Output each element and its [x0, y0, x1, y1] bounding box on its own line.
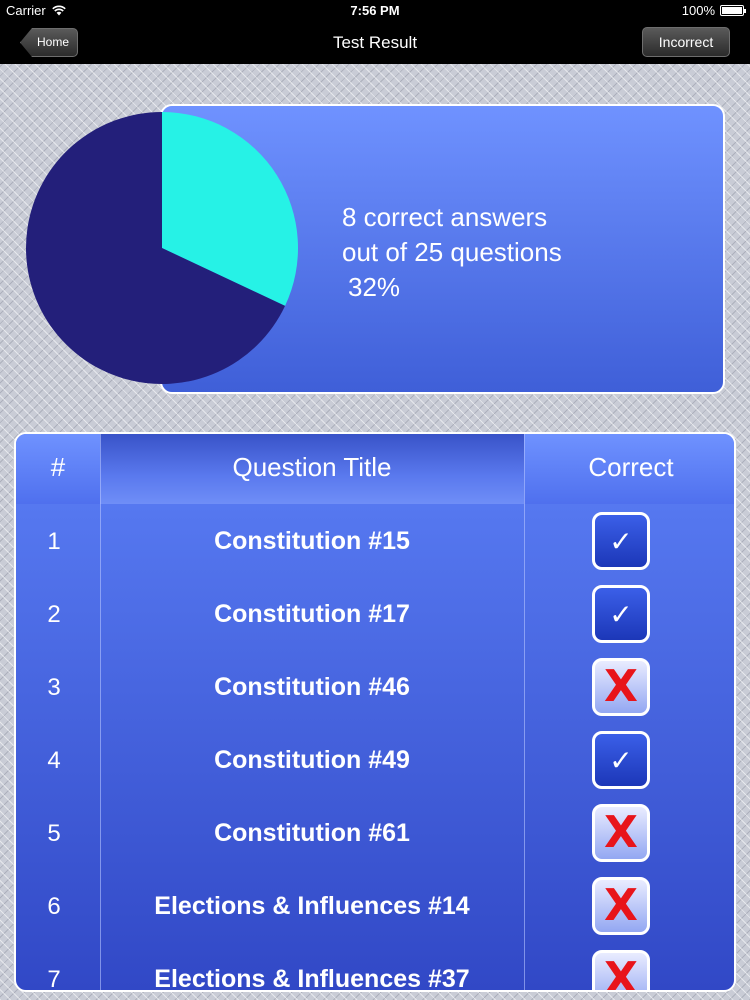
- table-header: # Question Title Correct: [16, 434, 734, 504]
- results-table: # Question Title Correct 1 Constitution #…: [14, 432, 736, 992]
- battery-icon: [720, 5, 746, 16]
- table-row[interactable]: 4 Constitution #49 ✓: [16, 723, 734, 796]
- table-row[interactable]: 1 Constitution #15 ✓: [16, 504, 734, 577]
- row-number: 3: [47, 674, 61, 701]
- battery-percent: 100%: [681, 3, 715, 18]
- header-correct: Correct: [588, 452, 674, 482]
- row-number: 6: [47, 893, 61, 920]
- question-count-text: out of 25 questions: [342, 237, 562, 267]
- table-row[interactable]: 7 Elections & Influences #37 X: [16, 942, 734, 992]
- clock: 7:56 PM: [350, 3, 400, 18]
- row-number: 5: [47, 820, 61, 847]
- row-question-title: Constitution #17: [214, 600, 410, 628]
- page-title: Test Result: [332, 33, 418, 52]
- table-row[interactable]: 5 Constitution #61 X: [16, 796, 734, 869]
- status-bar: Carrier 7:56 PM 100%: [0, 0, 750, 22]
- row-question-title: Elections & Influences #37: [154, 965, 470, 992]
- row-number: 2: [47, 601, 61, 628]
- table-row[interactable]: 2 Constitution #17 ✓: [16, 577, 734, 650]
- x-icon: X: [592, 877, 650, 935]
- navigation-bar: Home Test Result Incorrect: [0, 22, 750, 64]
- row-question-title: Elections & Influences #14: [154, 892, 470, 920]
- summary-text: 8 correct answers out of 25 questions 32…: [342, 200, 562, 305]
- battery-indicator: 100%: [681, 3, 746, 18]
- row-number: 1: [47, 528, 61, 555]
- header-question-title: Question Title: [100, 434, 524, 504]
- header-number: #: [50, 452, 66, 482]
- score-percent: 32%: [348, 272, 401, 302]
- checkmark-icon: ✓: [592, 512, 650, 570]
- x-icon: X: [592, 658, 650, 716]
- row-question-title: Constitution #46: [214, 673, 410, 701]
- row-question-title: Constitution #49: [214, 746, 410, 774]
- table-row[interactable]: 6 Elections & Influences #14 X: [16, 869, 734, 942]
- row-number: 4: [47, 747, 61, 774]
- checkmark-icon: ✓: [592, 731, 650, 789]
- correct-count-text: 8 correct answers: [342, 202, 548, 232]
- x-icon: X: [592, 804, 650, 862]
- row-number: 7: [47, 966, 61, 992]
- x-icon: X: [592, 950, 650, 990]
- table-row[interactable]: 3 Constitution #46 X: [16, 650, 734, 723]
- score-pie-chart: [26, 112, 299, 384]
- checkmark-icon: ✓: [592, 585, 650, 643]
- row-question-title: Constitution #15: [214, 527, 410, 555]
- row-question-title: Constitution #61: [214, 819, 410, 847]
- incorrect-button[interactable]: Incorrect: [642, 27, 730, 57]
